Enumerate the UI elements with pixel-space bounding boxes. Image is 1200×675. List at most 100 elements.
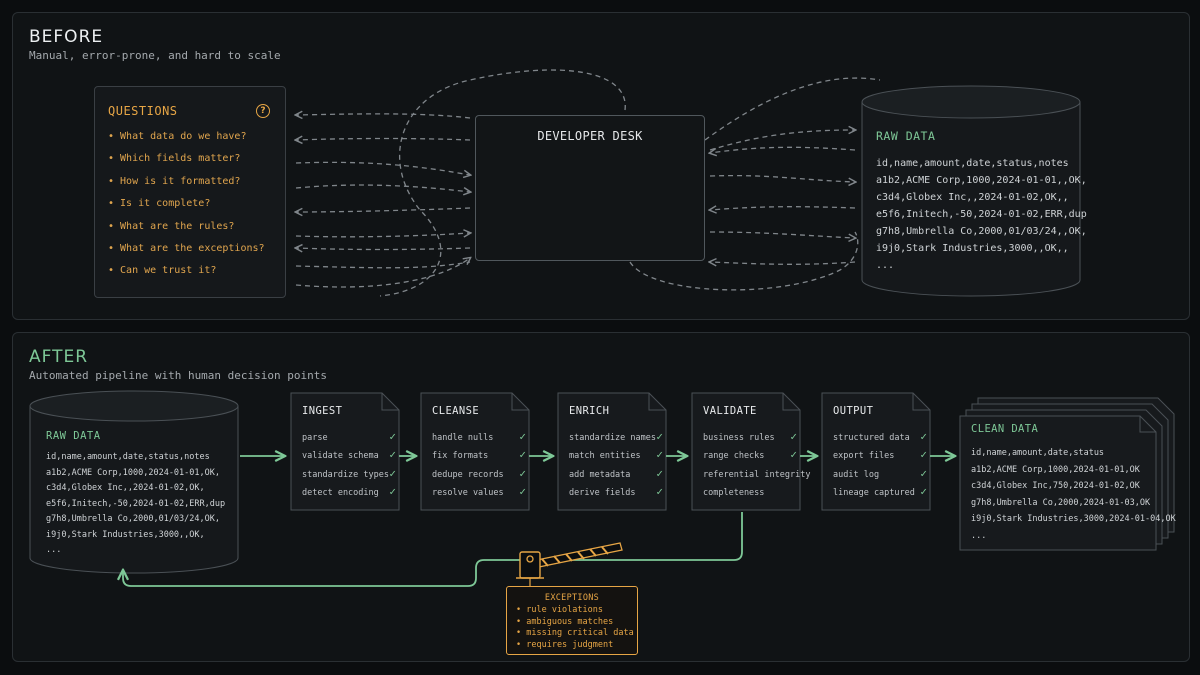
- data-row: e5f6,Initech,-50,2024-01-02,ERR,dup: [876, 209, 1087, 220]
- data-row: g7h8,Umbrella Co,2000,01/03/24,,OK,: [876, 226, 1087, 237]
- stage-step: completeness: [703, 487, 765, 498]
- after-title: AFTER: [29, 347, 89, 367]
- check-icon: ✓: [519, 448, 526, 462]
- stage-step: derive fields ✓: [569, 484, 663, 498]
- check-icon: ✓: [920, 448, 927, 462]
- check-icon: ✓: [790, 448, 797, 462]
- after-raw-data-rows: id,name,amount,date,status,notes a1b2,AC…: [46, 450, 225, 559]
- question-item: • What are the exceptions?: [108, 242, 265, 254]
- clean-data: CLEAN DATA id,name,amount,date,status a1…: [971, 423, 1176, 544]
- exception-item: • rule violations: [516, 605, 603, 615]
- check-icon: ✓: [656, 448, 663, 462]
- check-icon: ✓: [389, 448, 396, 462]
- question-item: • Which fields matter?: [108, 153, 241, 165]
- after-raw-data-title: RAW DATA: [46, 430, 101, 442]
- stage-title: ENRICH: [569, 405, 610, 417]
- stage-step: match entities ✓: [569, 448, 663, 462]
- check-icon: ✓: [656, 430, 663, 443]
- stage-title: INGEST: [302, 405, 343, 417]
- stage-step: resolve values ✓: [432, 484, 526, 498]
- stage-title: OUTPUT: [833, 405, 874, 417]
- stage-steps: business rules ✓ range checks ✓ referentia…: [703, 430, 810, 505]
- check-icon: ✓: [519, 466, 526, 480]
- stage-steps: parse ✓ validate schema ✓ standardize type…: [302, 430, 396, 505]
- data-row: i9j0,Stark Industries,3000,2024-01-04,OK: [971, 514, 1176, 524]
- data-row: g7h8,Umbrella Co,2000,01/03/24,OK,: [46, 514, 220, 524]
- question-item: • How is it formatted?: [108, 175, 241, 187]
- stage-step: audit log ✓: [833, 466, 927, 480]
- check-icon: ✓: [389, 466, 396, 480]
- question-item: • Can we trust it?: [108, 265, 217, 277]
- questions-list: • What data do we have? • Which fields m…: [108, 130, 265, 287]
- before-raw-data: RAW DATA id,name,amount,date,status,note…: [876, 129, 1087, 274]
- check-icon: ✓: [920, 466, 927, 480]
- data-row: ...: [971, 530, 987, 541]
- stage-title: CLEANSE: [432, 405, 480, 417]
- stage-step: fix formats ✓: [432, 448, 526, 462]
- exceptions-title: EXCEPTIONS: [544, 593, 600, 603]
- stage-step: detect encoding ✓: [302, 484, 396, 498]
- stage-step: handle nulls ✓: [432, 430, 526, 444]
- before-raw-data-title: RAW DATA: [876, 129, 936, 143]
- exception-item: • ambiguous matches: [516, 616, 614, 627]
- stage-enrich: ENRICH standardize names ✓ match entities…: [558, 393, 666, 510]
- data-row: c3d4,Globex Inc,750,2024-01-02,OK: [971, 481, 1140, 491]
- question-item: • What are the rules?: [108, 220, 235, 232]
- before-title: BEFORE: [29, 27, 104, 47]
- check-icon: ✓: [920, 430, 927, 443]
- before-raw-data-rows: id,name,amount,date,status,notes a1b2,AC…: [876, 155, 1087, 274]
- stage-step: parse ✓: [302, 430, 396, 444]
- stage-step: structured data ✓: [833, 430, 927, 444]
- after-subtitle: Automated pipeline with human decision p…: [29, 369, 328, 382]
- questions-title: QUESTIONS: [108, 104, 178, 118]
- check-icon: ✓: [656, 484, 663, 498]
- data-row: i9j0,Stark Industries,3000,,OK,: [46, 529, 205, 540]
- data-row: c3d4,Globex Inc,,2024-01-02,OK,: [46, 483, 205, 493]
- data-row: e5f6,Initech,-50,2024-01-02,ERR,dup: [46, 498, 226, 509]
- check-icon: ✓: [389, 484, 396, 498]
- stage-steps: structured data ✓ export files ✓ audit log…: [833, 430, 927, 505]
- stage-validate: VALIDATE business rules ✓ range checks ✓ r…: [692, 393, 810, 510]
- stage-steps: handle nulls ✓ fix formats ✓ dedupe record…: [432, 430, 526, 505]
- stage-cleanse: CLEANSE handle nulls ✓ fix formats ✓ dedup…: [421, 393, 529, 510]
- stage-step: standardize names ✓: [569, 430, 663, 444]
- data-row: c3d4,Globex Inc,,2024-01-02,OK,,: [876, 192, 1069, 203]
- stage-ingest: INGEST parse ✓ validate schema ✓ standardi…: [291, 393, 399, 510]
- data-row: a1b2,ACME Corp,1000,2024-01-01,OK,: [46, 467, 220, 478]
- stage-step: validate schema ✓: [302, 448, 396, 462]
- data-row: ...: [46, 545, 62, 555]
- check-icon: ✓: [389, 430, 396, 443]
- data-row: ...: [876, 260, 895, 271]
- data-row: id,name,amount,date,status,notes: [876, 158, 1069, 169]
- data-row: id,name,amount,date,status,notes: [46, 452, 210, 462]
- data-row: g7h8,Umbrella Co,2000,2024-01-03,OK: [971, 497, 1151, 508]
- stage-step: dedupe records ✓: [432, 466, 526, 480]
- question-item: • Is it complete?: [108, 198, 211, 210]
- exceptions-list: • rule violations • ambiguous matches • …: [516, 605, 634, 651]
- data-row: a1b2,ACME Corp,1000,2024-01-01,,OK,: [876, 175, 1087, 186]
- exception-item: • missing critical data: [516, 628, 634, 639]
- stage-title: VALIDATE: [703, 405, 757, 417]
- before-subtitle: Manual, error-prone, and hard to scale: [29, 49, 281, 62]
- stage-step: standardize types ✓: [302, 466, 396, 480]
- data-row: a1b2,ACME Corp,1000,2024-01-01,OK: [971, 464, 1140, 475]
- stage-step: range checks ✓: [703, 448, 797, 462]
- exception-item: • requires judgment: [516, 639, 614, 650]
- check-icon: ✓: [790, 430, 797, 443]
- data-row: id,name,amount,date,status: [971, 448, 1105, 458]
- data-row: i9j0,Stark Industries,3000,,OK,,: [876, 243, 1069, 254]
- after-raw-data: RAW DATA id,name,amount,date,status,note…: [46, 430, 225, 559]
- questions-card: QUESTIONS ? • What data do we have? • Wh…: [94, 86, 286, 298]
- stage-step: business rules ✓: [703, 430, 797, 444]
- developer-desk-title: DEVELOPER DESK: [537, 129, 643, 143]
- stage-output: OUTPUT structured data ✓ export files ✓ au…: [822, 393, 930, 510]
- check-icon: ✓: [519, 430, 526, 443]
- check-icon: ✓: [519, 484, 526, 498]
- exceptions-card: EXCEPTIONS • rule violations • ambiguous…: [506, 586, 638, 655]
- check-icon: ✓: [920, 484, 927, 498]
- stage-steps: standardize names ✓ match entities ✓ add m…: [569, 430, 663, 505]
- clean-data-rows: id,name,amount,date,status a1b2,ACME Cor…: [971, 445, 1176, 544]
- stage-step: lineage captured ✓: [833, 484, 927, 498]
- stage-step: add metadata ✓: [569, 466, 663, 480]
- developer-desk-card: DEVELOPER DESK: [475, 115, 705, 261]
